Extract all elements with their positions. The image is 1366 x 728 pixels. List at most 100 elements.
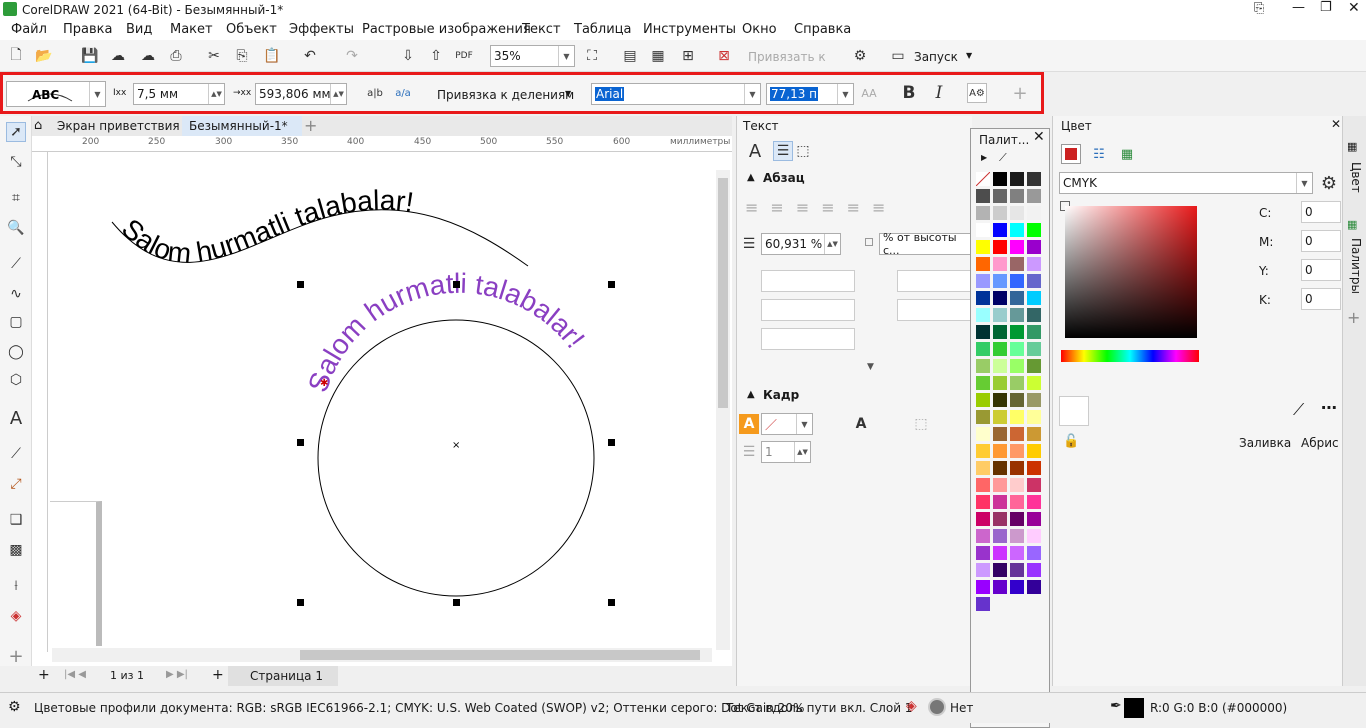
transparency-icon[interactable]: ▩ <box>6 540 26 560</box>
color-swatch[interactable] <box>1026 545 1042 561</box>
color-swatch[interactable] <box>1009 222 1025 238</box>
menu-help[interactable]: Справка <box>794 22 851 37</box>
vertical-scrollbar[interactable] <box>716 170 730 650</box>
collapse-icon[interactable]: ▲ <box>747 172 755 183</box>
spinner-icon[interactable]: ▲▼ <box>824 234 840 254</box>
k-input[interactable]: 0 <box>1301 288 1341 310</box>
menu-effects[interactable]: Эффекты <box>289 22 354 37</box>
spacing-before-input[interactable] <box>897 270 973 292</box>
page-tab[interactable]: Страница 1 <box>228 666 338 686</box>
indent-first-input[interactable] <box>761 270 855 292</box>
text-tool-icon[interactable]: A <box>6 408 26 429</box>
menu-text[interactable]: Текст <box>522 22 561 37</box>
guidelines-icon[interactable]: ⊞ <box>678 46 698 66</box>
color-swatch[interactable] <box>1009 392 1025 408</box>
cloud-icon[interactable]: ☁ <box>138 46 158 66</box>
new-document-icon[interactable]: 🗋 <box>6 46 26 66</box>
color-swatch[interactable] <box>992 341 1008 357</box>
palette-eyedropper-icon[interactable]: ⟋ <box>999 151 1007 165</box>
indent-left-input[interactable] <box>761 299 855 321</box>
open-icon[interactable]: 📂 <box>34 46 54 66</box>
paragraph-icon[interactable]: ☰ <box>773 141 793 161</box>
tab-document[interactable]: Безымянный-1* <box>182 116 302 136</box>
snap-off-icon[interactable]: ⊠ <box>714 46 734 66</box>
mirror-horizontal-icon[interactable]: a|b <box>365 83 385 103</box>
color-swatch[interactable] <box>975 528 991 544</box>
color-swatch[interactable] <box>992 477 1008 493</box>
zoom-select[interactable]: 35% ▼ <box>490 45 575 67</box>
tab-welcome[interactable]: Экран приветствия <box>57 119 180 133</box>
lock-icon[interactable]: 🔓 <box>1063 434 1079 449</box>
text-path-preset[interactable]: ABC ▼ <box>6 81 106 107</box>
color-swatch[interactable] <box>1009 562 1025 578</box>
color-swatch[interactable] <box>975 409 991 425</box>
launch-button[interactable]: Запуск <box>914 50 958 64</box>
columns-input[interactable]: 1 ▲▼ <box>761 441 811 463</box>
save-icon[interactable]: 💾 <box>80 46 100 66</box>
offset-x-input[interactable]: 7,5 мм ▲▼ <box>133 83 225 105</box>
color-swatch[interactable] <box>1026 239 1042 255</box>
print-icon[interactable]: ⎙ <box>166 46 186 66</box>
selection-handle[interactable] <box>453 599 460 606</box>
color-swatch[interactable] <box>1026 341 1042 357</box>
mirror-vertical-icon[interactable]: a/a <box>393 83 413 103</box>
color-swatch[interactable] <box>975 256 991 272</box>
color-swatch[interactable] <box>1026 409 1042 425</box>
menu-tools[interactable]: Инструменты <box>643 22 736 37</box>
color-swatch[interactable] <box>1026 426 1042 442</box>
color-swatch[interactable] <box>992 222 1008 238</box>
color-swatch[interactable] <box>1026 290 1042 306</box>
menu-object[interactable]: Объект <box>226 22 277 37</box>
color-swatch[interactable] <box>975 341 991 357</box>
color-viewer-icon[interactable] <box>1061 144 1081 164</box>
color-swatch[interactable] <box>975 562 991 578</box>
color-options-gear-icon[interactable]: ⚙ <box>1319 173 1339 194</box>
color-swatch[interactable] <box>992 256 1008 272</box>
selection-handle[interactable] <box>297 281 304 288</box>
add-page-end-icon[interactable]: + <box>212 667 224 683</box>
selection-handle[interactable] <box>453 281 460 288</box>
path-text-black[interactable]: Salom hurmatli talabalar! <box>116 184 416 269</box>
grid-icon[interactable]: ▦ <box>648 46 668 66</box>
color-swatch[interactable] <box>1009 460 1025 476</box>
color-picker-area[interactable] <box>1065 206 1197 338</box>
text-properties-icon[interactable]: A⚙ <box>967 83 987 103</box>
color-swatch[interactable] <box>1026 188 1042 204</box>
font-scale-icon[interactable]: AA <box>859 83 879 103</box>
new-tab-icon[interactable]: + <box>304 116 317 135</box>
color-model-select[interactable]: CMYK ▼ <box>1059 172 1313 194</box>
color-swatch[interactable] <box>1009 307 1025 323</box>
eyedropper-tool-icon[interactable]: ⟊ <box>6 576 26 596</box>
color-swatch[interactable] <box>1026 171 1042 187</box>
rectangle-tool-icon[interactable]: ▢ <box>6 312 26 332</box>
selection-handle[interactable] <box>608 281 615 288</box>
color-swatch[interactable] <box>1009 205 1025 221</box>
outline-button[interactable]: Абрис <box>1301 436 1339 450</box>
color-swatch[interactable] <box>1026 579 1042 595</box>
menu-window[interactable]: Окно <box>742 22 777 37</box>
line-spacing-input[interactable]: 60,931 % ▲▼ <box>761 233 841 255</box>
color-swatch[interactable] <box>1009 290 1025 306</box>
color-swatch[interactable] <box>975 290 991 306</box>
polygon-tool-icon[interactable]: ⬡ <box>6 370 26 390</box>
launch-chevron-icon[interactable]: ▼ <box>966 51 972 60</box>
color-swatch[interactable] <box>992 562 1008 578</box>
offset-y-input[interactable]: 593,806 мм ▲▼ <box>255 83 347 105</box>
color-swatch[interactable] <box>992 426 1008 442</box>
path-text-purple[interactable]: Salom hurmatli talabalar! <box>302 268 591 396</box>
scroll-thumb[interactable] <box>718 178 728 408</box>
color-swatch[interactable] <box>992 290 1008 306</box>
color-swatch[interactable] <box>1009 426 1025 442</box>
color-swatch[interactable] <box>1026 494 1042 510</box>
color-swatch[interactable] <box>992 205 1008 221</box>
docker-tab-color[interactable]: Цвет <box>1349 162 1363 193</box>
crop-tool-icon[interactable]: ⌗ <box>6 188 26 208</box>
color-swatch[interactable] <box>975 222 991 238</box>
snap-ticks-button[interactable]: Привязка к делениям <box>437 88 574 102</box>
y-input[interactable]: 0 <box>1301 259 1341 281</box>
font-select[interactable]: Arial ▼ <box>591 83 761 105</box>
color-swatch[interactable] <box>1026 562 1042 578</box>
color-swatch[interactable] <box>992 324 1008 340</box>
character-icon[interactable]: A <box>745 141 765 162</box>
add-icon[interactable]: + <box>1010 83 1030 104</box>
